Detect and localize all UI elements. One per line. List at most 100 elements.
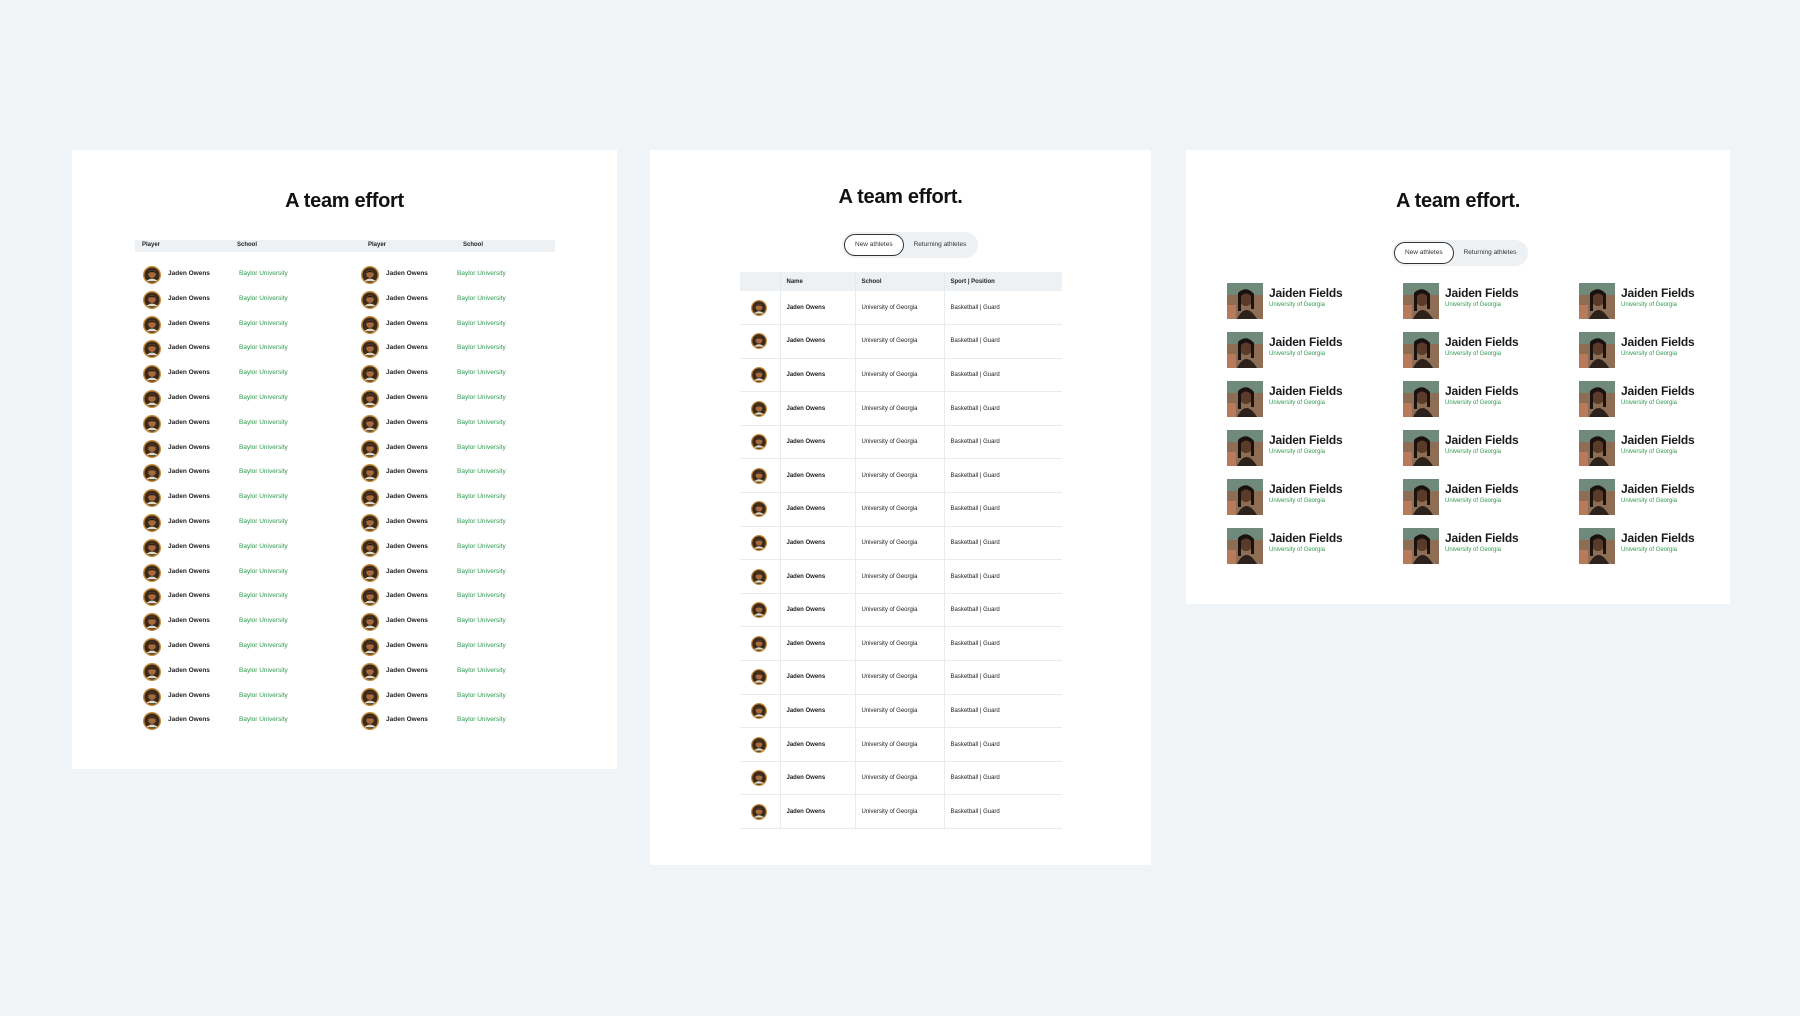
list-item[interactable]: Jaden Owens Baylor University — [361, 584, 561, 609]
list-item[interactable]: Jaden Owens Baylor University — [361, 312, 561, 337]
athlete-card[interactable]: Jaiden Fields University of Georgia — [1579, 430, 1707, 466]
player-school-link[interactable]: Baylor University — [457, 642, 506, 649]
list-item[interactable]: Jaden Owens Baylor University — [361, 336, 561, 361]
player-school-link[interactable]: Baylor University — [457, 543, 506, 550]
table-row[interactable]: Jaden Owens University of Georgia Basketba… — [740, 593, 1062, 628]
tab-returning-athletes[interactable]: Returning athletes — [1454, 242, 1527, 264]
player-school-link[interactable]: Baylor University — [457, 667, 506, 674]
table-row[interactable]: Jaden Owens University of Georgia Basketba… — [740, 291, 1062, 326]
player-school-link[interactable]: Baylor University — [457, 369, 506, 376]
player-school-link[interactable]: Baylor University — [239, 344, 288, 351]
player-school-link[interactable]: Baylor University — [239, 295, 288, 302]
list-item[interactable]: Jaden Owens Baylor University — [361, 485, 561, 510]
player-school-link[interactable]: Baylor University — [457, 270, 506, 277]
list-item[interactable]: Jaden Owens Baylor University — [143, 312, 343, 337]
list-item[interactable]: Jaden Owens Baylor University — [361, 287, 561, 312]
list-item[interactable]: Jaden Owens Baylor University — [143, 634, 343, 659]
player-school-link[interactable]: Baylor University — [457, 518, 506, 525]
athlete-card[interactable]: Jaiden Fields University of Georgia — [1403, 283, 1579, 319]
athlete-card[interactable]: Jaiden Fields University of Georgia — [1227, 528, 1403, 564]
player-school-link[interactable]: Baylor University — [239, 692, 288, 699]
table-row[interactable]: Jaden Owens University of Georgia Basketba… — [740, 526, 1062, 561]
table-row[interactable]: Jaden Owens University of Georgia Basketba… — [740, 425, 1062, 460]
list-item[interactable]: Jaden Owens Baylor University — [143, 609, 343, 634]
player-school-link[interactable]: Baylor University — [457, 419, 506, 426]
athlete-card[interactable]: Jaiden Fields University of Georgia — [1579, 332, 1707, 368]
list-item[interactable]: Jaden Owens Baylor University — [143, 684, 343, 709]
player-school-link[interactable]: Baylor University — [457, 320, 506, 327]
player-school-link[interactable]: Baylor University — [457, 568, 506, 575]
athlete-card[interactable]: Jaiden Fields University of Georgia — [1227, 479, 1403, 515]
list-item[interactable]: Jaden Owens Baylor University — [143, 361, 343, 386]
list-item[interactable]: Jaden Owens Baylor University — [361, 460, 561, 485]
list-item[interactable]: Jaden Owens Baylor University — [143, 510, 343, 535]
list-item[interactable]: Jaden Owens Baylor University — [361, 560, 561, 585]
list-item[interactable]: Jaden Owens Baylor University — [143, 460, 343, 485]
list-item[interactable]: Jaden Owens Baylor University — [143, 262, 343, 287]
list-item[interactable]: Jaden Owens Baylor University — [143, 560, 343, 585]
table-row[interactable]: Jaden Owens University of Georgia Basketba… — [740, 492, 1062, 527]
list-item[interactable]: Jaden Owens Baylor University — [361, 535, 561, 560]
player-school-link[interactable]: Baylor University — [239, 716, 288, 723]
list-item[interactable]: Jaden Owens Baylor University — [143, 336, 343, 361]
player-school-link[interactable]: Baylor University — [239, 667, 288, 674]
athlete-card[interactable]: Jaiden Fields University of Georgia — [1403, 332, 1579, 368]
athlete-card[interactable]: Jaiden Fields University of Georgia — [1227, 430, 1403, 466]
list-item[interactable]: Jaden Owens Baylor University — [143, 485, 343, 510]
tab-new-athletes[interactable]: New athletes — [1394, 242, 1454, 264]
player-school-link[interactable]: Baylor University — [239, 617, 288, 624]
table-row[interactable]: Jaden Owens University of Georgia Basketba… — [740, 727, 1062, 762]
player-school-link[interactable]: Baylor University — [239, 543, 288, 550]
table-row[interactable]: Jaden Owens University of Georgia Basketba… — [740, 660, 1062, 695]
list-item[interactable]: Jaden Owens Baylor University — [361, 609, 561, 634]
athlete-card[interactable]: Jaiden Fields University of Georgia — [1403, 430, 1579, 466]
list-item[interactable]: Jaden Owens Baylor University — [361, 361, 561, 386]
player-school-link[interactable]: Baylor University — [457, 394, 506, 401]
athlete-card[interactable]: Jaiden Fields University of Georgia — [1579, 528, 1707, 564]
list-item[interactable]: Jaden Owens Baylor University — [361, 510, 561, 535]
player-school-link[interactable]: Baylor University — [239, 369, 288, 376]
athlete-card[interactable]: Jaiden Fields University of Georgia — [1227, 283, 1403, 319]
list-item[interactable]: Jaden Owens Baylor University — [143, 386, 343, 411]
list-item[interactable]: Jaden Owens Baylor University — [143, 584, 343, 609]
table-row[interactable]: Jaden Owens University of Georgia Basketba… — [740, 458, 1062, 494]
table-row[interactable]: Jaden Owens University of Georgia Basketba… — [740, 694, 1062, 729]
player-school-link[interactable]: Baylor University — [457, 444, 506, 451]
player-school-link[interactable]: Baylor University — [239, 320, 288, 327]
athlete-card[interactable]: Jaiden Fields University of Georgia — [1403, 528, 1579, 564]
athlete-card[interactable]: Jaiden Fields University of Georgia — [1403, 381, 1579, 417]
list-item[interactable]: Jaden Owens Baylor University — [143, 411, 343, 436]
player-school-link[interactable]: Baylor University — [239, 518, 288, 525]
player-school-link[interactable]: Baylor University — [239, 493, 288, 500]
table-row[interactable]: Jaden Owens University of Georgia Basketba… — [740, 358, 1062, 393]
athlete-card[interactable]: Jaiden Fields University of Georgia — [1227, 332, 1403, 368]
tab-new-athletes[interactable]: New athletes — [844, 234, 904, 256]
list-item[interactable]: Jaden Owens Baylor University — [361, 659, 561, 684]
player-school-link[interactable]: Baylor University — [239, 568, 288, 575]
list-item[interactable]: Jaden Owens Baylor University — [143, 287, 343, 312]
player-school-link[interactable]: Baylor University — [457, 468, 506, 475]
list-item[interactable]: Jaden Owens Baylor University — [361, 411, 561, 436]
list-item[interactable]: Jaden Owens Baylor University — [361, 708, 561, 733]
player-school-link[interactable]: Baylor University — [239, 592, 288, 599]
athlete-card[interactable]: Jaiden Fields University of Georgia — [1579, 479, 1707, 515]
athlete-card[interactable]: Jaiden Fields University of Georgia — [1579, 283, 1707, 319]
table-row[interactable]: Jaden Owens University of Georgia Basketba… — [740, 626, 1062, 662]
player-school-link[interactable]: Baylor University — [239, 444, 288, 451]
player-school-link[interactable]: Baylor University — [457, 692, 506, 699]
tab-returning-athletes[interactable]: Returning athletes — [904, 234, 977, 256]
athlete-card[interactable]: Jaiden Fields University of Georgia — [1227, 381, 1403, 417]
table-row[interactable]: Jaden Owens University of Georgia Basketba… — [740, 324, 1062, 359]
player-school-link[interactable]: Baylor University — [457, 716, 506, 723]
table-row[interactable]: Jaden Owens University of Georgia Basketba… — [740, 559, 1062, 594]
table-row[interactable]: Jaden Owens University of Georgia Basketba… — [740, 794, 1062, 829]
player-school-link[interactable]: Baylor University — [457, 592, 506, 599]
list-item[interactable]: Jaden Owens Baylor University — [361, 262, 561, 287]
list-item[interactable]: Jaden Owens Baylor University — [143, 708, 343, 733]
table-row[interactable]: Jaden Owens University of Georgia Basketba… — [740, 391, 1062, 426]
list-item[interactable]: Jaden Owens Baylor University — [143, 436, 343, 461]
athlete-card[interactable]: Jaiden Fields University of Georgia — [1579, 381, 1707, 417]
player-school-link[interactable]: Baylor University — [239, 419, 288, 426]
table-row[interactable]: Jaden Owens University of Georgia Basketba… — [740, 761, 1062, 796]
list-item[interactable]: Jaden Owens Baylor University — [361, 634, 561, 659]
